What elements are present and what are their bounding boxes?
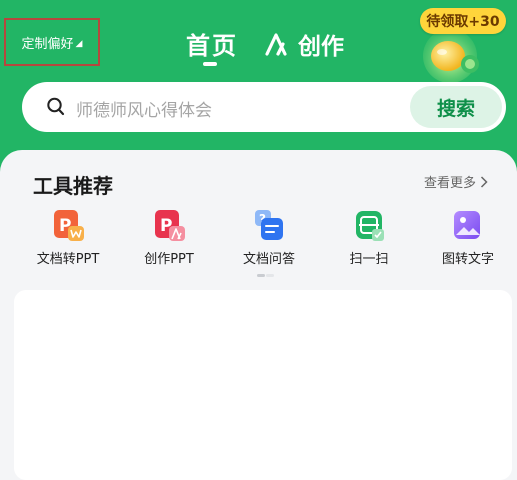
doc-to-ppt-icon: P <box>50 208 86 244</box>
tool-label: 图转文字 <box>441 252 494 267</box>
scan-icon <box>351 208 387 244</box>
tool-label: 扫一扫 <box>349 252 389 267</box>
tab-home[interactable]: 首页 <box>186 26 238 61</box>
search-bar[interactable]: 师德师风心得体会 搜索 <box>22 82 506 132</box>
content-card <box>14 290 512 480</box>
tool-scan[interactable]: 扫一扫 <box>324 208 414 267</box>
tool-doc-qa[interactable]: ? 文档问答 <box>224 208 314 267</box>
active-tab-indicator <box>203 62 217 66</box>
tool-image-to-text[interactable]: 图转文字 <box>423 208 513 267</box>
search-placeholder: 师德师风心得体会 <box>76 101 212 121</box>
view-more-label: 查看更多 <box>424 176 477 191</box>
create-logo-icon <box>265 33 287 56</box>
search-icon <box>47 97 65 116</box>
search-button[interactable]: 搜索 <box>410 86 502 128</box>
preference-label: 定制偏好 <box>21 36 74 52</box>
tool-label: 文档问答 <box>242 252 295 267</box>
section-title: 工具推荐 <box>33 174 113 198</box>
reward-badge[interactable]: 待领取+30 <box>420 8 506 34</box>
tool-label: 创作PPT <box>144 252 194 267</box>
tab-home-label: 首页 <box>186 32 238 60</box>
preference-selector[interactable]: 定制偏好 ◢ <box>4 18 100 66</box>
view-more-link[interactable]: 查看更多 <box>424 172 488 191</box>
tab-create[interactable]: 创作 <box>264 27 344 61</box>
tool-create-ppt[interactable]: P 创作PPT <box>124 208 214 267</box>
reward-label: 待领取+30 <box>426 14 500 30</box>
doc-qa-icon: ? <box>251 208 287 244</box>
search-button-label: 搜索 <box>436 97 475 120</box>
tool-label: 文档转PPT <box>36 252 100 267</box>
create-ppt-icon: P <box>151 208 187 244</box>
triangle-down-icon: ◢ <box>75 38 83 49</box>
page-indicator <box>257 274 274 277</box>
chevron-right-icon <box>480 175 488 188</box>
tool-doc-to-ppt[interactable]: P 文档转PPT <box>23 208 113 267</box>
tab-create-label: 创作 <box>298 34 344 60</box>
image-to-text-icon <box>450 208 486 244</box>
